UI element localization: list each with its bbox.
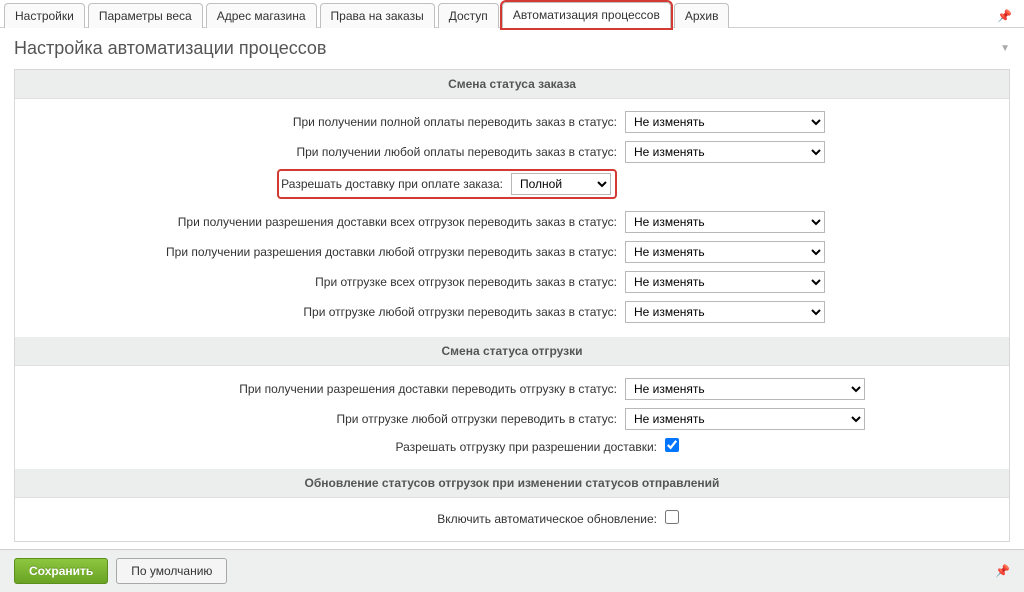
row-auto-update: Включить автоматическое обновление:: [15, 506, 1009, 531]
tab-weight-params[interactable]: Параметры веса: [88, 3, 203, 28]
highlight-allow-delivery: Разрешать доставку при оплате заказа: По…: [279, 171, 615, 197]
tab-bar: Настройки Параметры веса Адрес магазина …: [0, 0, 1024, 28]
label-all-shipments-permission: При получении разрешения доставки всех о…: [25, 215, 625, 229]
row-shipment-permission: При получении разрешения доставки перево…: [15, 374, 1009, 404]
row-all-shipments-permission: При получении разрешения доставки всех о…: [15, 207, 1009, 237]
collapse-icon[interactable]: ▼: [1000, 43, 1010, 54]
tab-settings[interactable]: Настройки: [4, 3, 85, 28]
select-all-shipments-permission[interactable]: Не изменять: [625, 211, 825, 233]
select-any-shipped[interactable]: Не изменять: [625, 301, 825, 323]
row-any-shipped: При отгрузке любой отгрузки переводить з…: [15, 297, 1009, 327]
label-any-shipped: При отгрузке любой отгрузки переводить з…: [25, 305, 625, 319]
page-title: Настройка автоматизации процессов: [14, 38, 326, 59]
label-full-payment: При получении полной оплаты переводить з…: [25, 115, 625, 129]
tab-order-rights[interactable]: Права на заказы: [320, 3, 435, 28]
tab-automation[interactable]: Автоматизация процессов: [502, 2, 671, 28]
group-order-status-header: Смена статуса заказа: [15, 70, 1009, 99]
label-any-shipment-permission: При получении разрешения доставки любой …: [25, 245, 625, 259]
bottom-bar: Сохранить По умолчанию 📌: [0, 549, 1024, 592]
label-allow-shipment-check: Разрешать отгрузку при разрешении достав…: [25, 440, 665, 454]
group-auto-update-body: Включить автоматическое обновление:: [15, 498, 1009, 541]
checkbox-allow-shipment[interactable]: [665, 438, 679, 452]
pin-icon[interactable]: 📌: [989, 5, 1020, 27]
row-allow-shipment-checkbox: Разрешать отгрузку при разрешении достав…: [15, 434, 1009, 459]
label-shipment-any: При отгрузке любой отгрузки переводить в…: [25, 412, 625, 426]
group-order-status-body: При получении полной оплаты переводить з…: [15, 99, 1009, 337]
label-any-payment: При получении любой оплаты переводить за…: [25, 145, 625, 159]
checkbox-auto-update[interactable]: [665, 510, 679, 524]
row-allow-delivery: Разрешать доставку при оплате заказа: По…: [15, 167, 1009, 201]
group-shipment-status-header: Смена статуса отгрузки: [15, 337, 1009, 366]
label-allow-delivery: Разрешать доставку при оплате заказа:: [281, 177, 511, 191]
form-panel: Смена статуса заказа При получении полно…: [14, 69, 1010, 542]
group-shipment-status-body: При получении разрешения доставки перево…: [15, 366, 1009, 469]
row-shipment-any: При отгрузке любой отгрузки переводить в…: [15, 404, 1009, 434]
row-any-shipment-permission: При получении разрешения доставки любой …: [15, 237, 1009, 267]
save-button[interactable]: Сохранить: [14, 558, 108, 584]
select-all-shipped[interactable]: Не изменять: [625, 271, 825, 293]
tab-shop-address[interactable]: Адрес магазина: [206, 3, 317, 28]
label-shipment-permission: При получении разрешения доставки перево…: [25, 382, 625, 396]
select-shipment-permission[interactable]: Не изменять: [625, 378, 865, 400]
select-any-payment[interactable]: Не изменять: [625, 141, 825, 163]
row-any-payment: При получении любой оплаты переводить за…: [15, 137, 1009, 167]
pin-bottom-icon[interactable]: 📌: [995, 564, 1010, 578]
select-any-shipment-permission[interactable]: Не изменять: [625, 241, 825, 263]
tab-access[interactable]: Доступ: [438, 3, 499, 28]
select-shipment-any[interactable]: Не изменять: [625, 408, 865, 430]
row-all-shipped: При отгрузке всех отгрузок переводить за…: [15, 267, 1009, 297]
label-auto-update: Включить автоматическое обновление:: [25, 512, 665, 526]
default-button[interactable]: По умолчанию: [116, 558, 227, 584]
select-allow-delivery[interactable]: Полной: [511, 173, 611, 195]
section-title-row: Настройка автоматизации процессов ▼: [0, 28, 1024, 69]
row-full-payment: При получении полной оплаты переводить з…: [15, 107, 1009, 137]
select-full-payment[interactable]: Не изменять: [625, 111, 825, 133]
group-auto-update-header: Обновление статусов отгрузок при изменен…: [15, 469, 1009, 498]
tab-archive[interactable]: Архив: [674, 3, 730, 28]
label-all-shipped: При отгрузке всех отгрузок переводить за…: [25, 275, 625, 289]
